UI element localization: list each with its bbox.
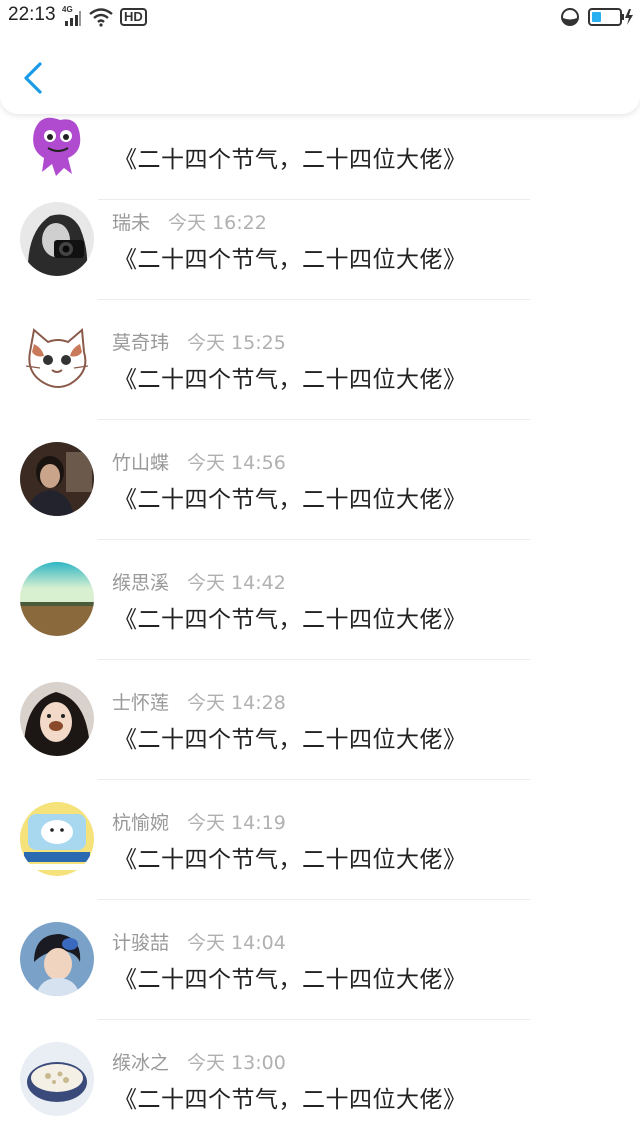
data-saver-icon [561,8,579,26]
timestamp: 今天 15:25 [187,332,286,354]
hd-icon: HD [120,8,147,26]
avatar[interactable] [20,322,94,396]
avatar[interactable] [20,202,94,276]
list-item[interactable]: 缑思溪 今天 14:42 《二十四个节气，二十四位大佬》 [0,540,640,660]
list-item[interactable]: 瑞未 今天 16:22 《二十四个节气，二十四位大佬》 [0,180,640,300]
avatar[interactable] [20,562,94,636]
battery-icon [588,8,633,26]
list-item[interactable]: 莫奇玮 今天 15:25 《二十四个节气，二十四位大佬》 [0,300,640,420]
timestamp: 今天 13:00 [187,1052,286,1074]
status-icons: 4G HD [62,5,147,28]
chevron-left-icon [24,62,42,94]
wifi-icon [89,8,113,27]
comment-meta: 计骏喆 今天 14:04 [112,928,286,955]
timestamp: 今天 14:19 [187,812,286,834]
timestamp: 今天 14:42 [187,572,286,594]
comment-text: 《二十四个节气，二十四位大佬》 [114,367,467,393]
comment-text: 《二十四个节气，二十四位大佬》 [114,147,467,173]
comment-meta: 士怀莲 今天 14:28 [112,688,286,715]
comment-text: 《二十四个节气，二十四位大佬》 [114,847,467,873]
timestamp: 今天 14:56 [187,452,286,474]
avatar[interactable] [20,922,94,996]
status-bar: 22:13 4G HD [0,0,640,34]
nav-bar [0,34,640,114]
status-time: 22:13 [8,4,56,25]
avatar[interactable] [20,442,94,516]
back-button[interactable] [18,60,48,96]
username[interactable]: 竹山蝶 [112,452,169,474]
timestamp: 今天 16:22 [168,212,267,234]
list-item[interactable]: 计骏喆 今天 14:04 《二十四个节气，二十四位大佬》 [0,900,640,1020]
status-icons-right [560,6,634,28]
comment-text: 《二十四个节气，二十四位大佬》 [114,1087,467,1113]
avatar[interactable] [20,682,94,756]
comment-meta: 缑思溪 今天 14:42 [112,568,286,595]
timestamp: 今天 14:28 [187,692,286,714]
username[interactable]: 计骏喆 [112,932,169,954]
list-item[interactable]: 竹山蝶 今天 14:56 《二十四个节气，二十四位大佬》 [0,420,640,540]
comment-meta: 莫奇玮 今天 15:25 [112,328,286,355]
list-item[interactable]: 缑冰之 今天 13:00 《二十四个节气，二十四位大佬》 [0,1020,640,1138]
timestamp: 今天 14:04 [187,932,286,954]
avatar[interactable] [20,1042,94,1116]
comment-list[interactable]: 《二十四个节气，二十四位大佬》 瑞未 今天 16:22 《二十四个节气，二十四位大… [0,0,640,1138]
avatar[interactable] [20,802,94,876]
username[interactable]: 缑思溪 [112,572,169,594]
comment-text: 《二十四个节气，二十四位大佬》 [114,607,467,633]
comment-text: 《二十四个节气，二十四位大佬》 [114,727,467,753]
username[interactable]: 瑞未 [112,212,150,234]
comment-meta: 缑冰之 今天 13:00 [112,1048,286,1075]
username[interactable]: 缑冰之 [112,1052,169,1074]
list-item[interactable]: 士怀莲 今天 14:28 《二十四个节气，二十四位大佬》 [0,660,640,780]
username[interactable]: 杭愉婉 [112,812,169,834]
comment-meta: 竹山蝶 今天 14:56 [112,448,286,475]
comment-text: 《二十四个节气，二十四位大佬》 [114,967,467,993]
list-item[interactable]: 杭愉婉 今天 14:19 《二十四个节气，二十四位大佬》 [0,780,640,900]
comment-text: 《二十四个节气，二十四位大佬》 [114,247,467,273]
comment-meta: 瑞未 今天 16:22 [112,208,267,235]
comment-text: 《二十四个节气，二十四位大佬》 [114,487,467,513]
username[interactable]: 士怀莲 [112,692,169,714]
comment-meta: 杭愉婉 今天 14:19 [112,808,286,835]
username[interactable]: 莫奇玮 [112,332,169,354]
signal-icon: 4G [62,5,82,27]
